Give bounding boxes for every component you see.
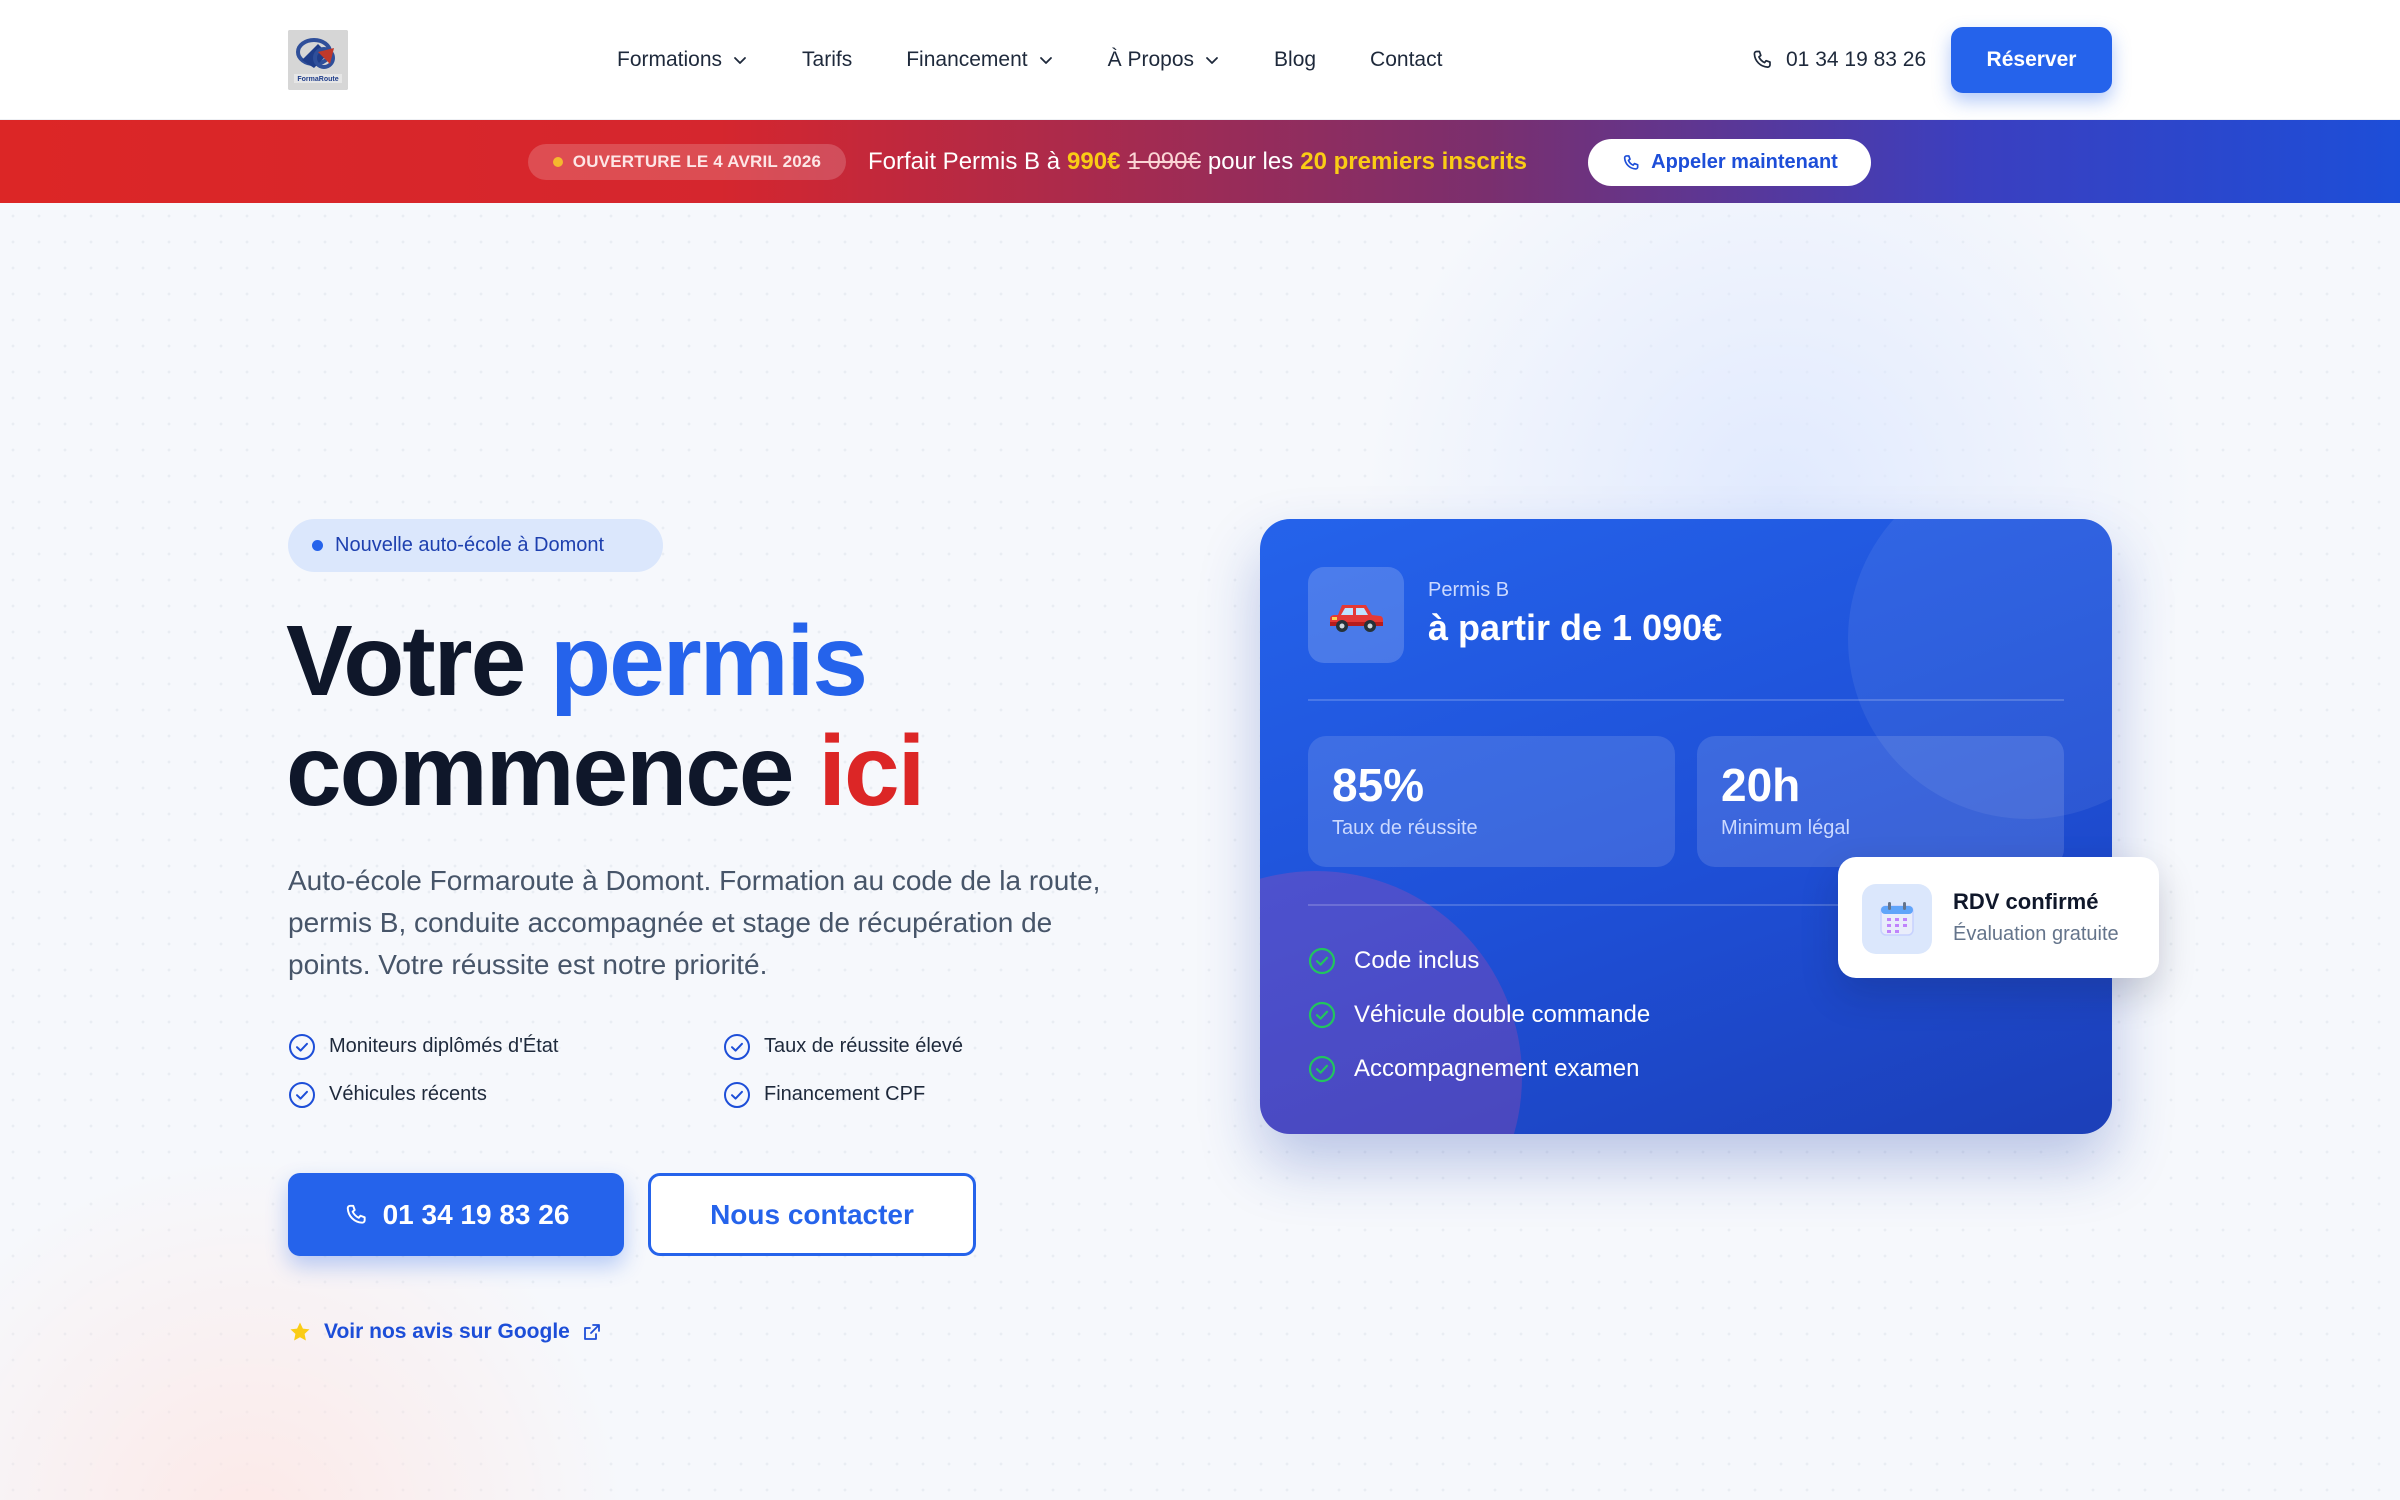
nav-financement-label: Financement xyxy=(906,48,1028,71)
main-nav: Formations Tarifs Financement À Propos B… xyxy=(617,40,1442,80)
hero-title-votre: Votre xyxy=(286,605,526,717)
hero-phone-button[interactable]: 01 34 19 83 26 xyxy=(288,1173,624,1256)
promo-text-prefix: Forfait Permis B à xyxy=(868,148,1061,175)
google-reviews-label: Voir nos avis sur Google xyxy=(324,1320,570,1343)
nav-blog-label: Blog xyxy=(1274,48,1317,71)
reserve-button[interactable]: Réserver xyxy=(1951,27,2112,93)
nav-formations[interactable]: Formations xyxy=(617,48,748,72)
site-header: FormaRoute Formations Tarifs Financement… xyxy=(0,0,2400,120)
calendar-icon-box xyxy=(1862,884,1932,954)
card-price: à partir de 1 090€ xyxy=(1428,607,1723,648)
nav-contact[interactable]: Contact xyxy=(1370,48,1442,72)
external-link-icon xyxy=(583,1324,600,1340)
phone-icon xyxy=(1623,154,1639,170)
phone-icon xyxy=(346,1204,366,1224)
benefit-item: Véhicule double commande xyxy=(1308,997,1650,1033)
check-circle-icon xyxy=(724,1033,750,1060)
rdv-confirmed-badge: RDV confirmé Évaluation gratuite xyxy=(1838,857,2159,978)
nav-financement[interactable]: Financement xyxy=(906,48,1053,72)
hero-phone-number: 01 34 19 83 26 xyxy=(382,1198,570,1230)
check-circle-icon xyxy=(1308,947,1336,975)
chevron-down-icon xyxy=(734,57,746,64)
pill-dot xyxy=(312,540,323,551)
nav-contact-label: Contact xyxy=(1370,48,1443,71)
feature-list: Moniteurs diplômés d'État Taux de réussi… xyxy=(288,1033,1008,1108)
promo-banner: OUVERTURE LE 4 AVRIL 2026 Forfait Permis… xyxy=(0,120,2400,203)
hero-description: Auto-école Formaroute à Domont. Formatio… xyxy=(288,865,1101,980)
header-phone-link[interactable]: 01 34 19 83 26 xyxy=(1750,40,1926,80)
call-now-label: Appeler maintenant xyxy=(1651,151,1838,173)
opening-badge: OUVERTURE LE 4 AVRIL 2026 xyxy=(528,144,846,180)
nav-tarifs-label: Tarifs xyxy=(802,48,853,71)
hero-title-permis: permis xyxy=(550,605,868,717)
hero-title: Votre permis commence ici xyxy=(286,605,925,827)
promo-old-price: 1 090€ xyxy=(1127,148,1201,175)
nav-tarifs[interactable]: Tarifs xyxy=(802,48,852,72)
feature-label: Moniteurs diplômés d'État xyxy=(329,1035,559,1057)
feature-label: Financement CPF xyxy=(764,1083,926,1105)
calendar-icon xyxy=(1880,902,1914,936)
status-dot xyxy=(552,157,563,167)
feature-item: Véhicules récents xyxy=(288,1081,723,1108)
nav-formations-label: Formations xyxy=(617,48,723,71)
benefit-item: Code inclus xyxy=(1308,943,1650,979)
feature-item: Financement CPF xyxy=(723,1081,1008,1108)
call-now-button[interactable]: Appeler maintenant xyxy=(1588,139,1871,186)
benefit-item: Accompagnement examen xyxy=(1308,1051,1650,1087)
stat-success-rate: 85% Taux de réussite xyxy=(1308,736,1675,867)
check-circle-icon xyxy=(289,1033,315,1060)
rdv-title: RDV confirmé xyxy=(1953,889,2099,914)
stat-value: 20h xyxy=(1721,759,1801,811)
stat-value: 85% xyxy=(1332,759,1425,811)
hero-title-ici: ici xyxy=(818,715,925,827)
chevron-down-icon xyxy=(1039,57,1052,64)
google-reviews-link[interactable]: Voir nos avis sur Google xyxy=(288,1318,602,1346)
chevron-down-icon xyxy=(1206,57,1218,64)
feature-label: Véhicules récents xyxy=(329,1083,487,1105)
svg-text:FormaRoute: FormaRoute xyxy=(297,76,338,83)
permis-b-card: Permis B à partir de 1 090€ 85% Taux de … xyxy=(1260,519,2112,1134)
nav-blog[interactable]: Blog xyxy=(1274,48,1316,72)
car-icon xyxy=(1330,605,1383,632)
feature-label: Taux de réussite élevé xyxy=(764,1035,964,1057)
contact-us-button[interactable]: Nous contacter xyxy=(648,1173,976,1256)
check-circle-icon xyxy=(1308,1001,1336,1029)
promo-new-price: 990€ xyxy=(1067,148,1121,175)
check-circle-icon xyxy=(289,1081,315,1108)
card-divider xyxy=(1308,699,2064,701)
check-circle-icon xyxy=(1308,1055,1336,1083)
feature-item: Moniteurs diplômés d'État xyxy=(288,1033,723,1060)
opening-badge-text: OUVERTURE LE 4 AVRIL 2026 xyxy=(572,152,822,171)
rdv-subtitle: Évaluation gratuite xyxy=(1953,923,2119,945)
benefit-label: Code inclus xyxy=(1354,947,1480,974)
card-subtitle: Permis B xyxy=(1428,579,1510,601)
new-school-pill: Nouvelle auto-école à Domont xyxy=(288,519,663,572)
promo-text-middle: pour les xyxy=(1207,148,1294,175)
car-icon-box xyxy=(1308,567,1404,663)
header-phone-number: 01 34 19 83 26 xyxy=(1786,48,1927,71)
benefit-label: Accompagnement examen xyxy=(1354,1055,1640,1082)
star-icon xyxy=(290,1322,310,1341)
check-circle-icon xyxy=(724,1081,750,1108)
benefit-label: Véhicule double commande xyxy=(1354,1001,1651,1028)
card-benefits-list: Code inclus Véhicule double commande Acc… xyxy=(1308,943,1650,1087)
feature-item: Taux de réussite élevé xyxy=(723,1033,1008,1060)
promo-message: Forfait Permis B à 990€ 1 090€ pour les … xyxy=(868,144,1527,180)
promo-highlight: 20 premiers inscrits xyxy=(1300,148,1528,175)
new-school-pill-text: Nouvelle auto-école à Domont xyxy=(335,534,605,556)
stat-minimum-hours: 20h Minimum légal xyxy=(1697,736,2064,867)
formaroute-logo-image: FormaRoute xyxy=(288,30,348,90)
nav-a-propos[interactable]: À Propos xyxy=(1108,48,1220,72)
nav-a-propos-label: À Propos xyxy=(1107,48,1195,71)
stat-label: Minimum légal xyxy=(1721,817,1850,839)
site-logo[interactable]: FormaRoute xyxy=(288,30,348,90)
hero-title-commence: commence xyxy=(286,715,794,827)
stat-label: Taux de réussite xyxy=(1332,817,1478,839)
phone-icon xyxy=(1753,50,1771,68)
